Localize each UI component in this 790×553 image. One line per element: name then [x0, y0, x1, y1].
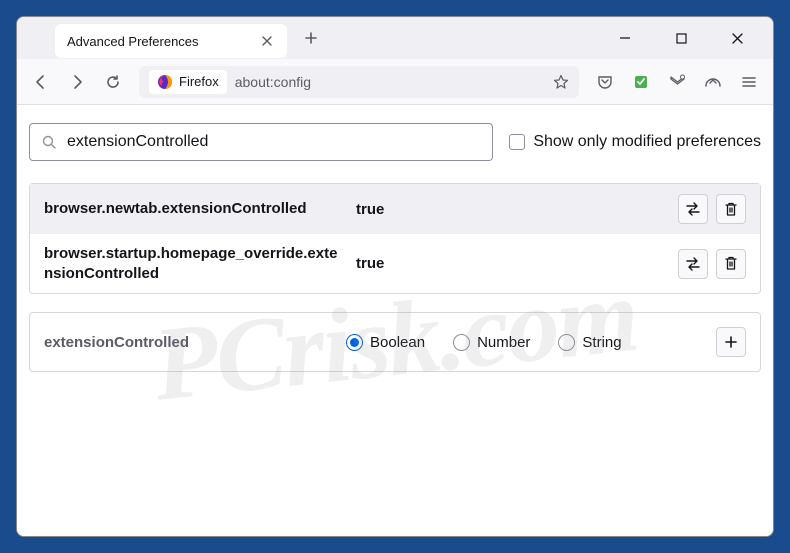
new-tab-button[interactable] — [297, 24, 325, 52]
trash-icon — [724, 256, 738, 271]
new-pref-row: extensionControlled Boolean Number Strin… — [29, 312, 761, 372]
toggle-button[interactable] — [678, 194, 708, 224]
toggle-button[interactable] — [678, 249, 708, 279]
prefs-table: browser.newtab.extensionControlled true … — [29, 183, 761, 294]
page-content: Show only modified preferences browser.n… — [17, 105, 773, 536]
radio-number[interactable]: Number — [453, 334, 530, 351]
radio-label: Boolean — [370, 334, 425, 351]
pref-row: browser.newtab.extensionControlled true — [30, 184, 760, 234]
pref-name: browser.startup.homepage_override.extens… — [44, 244, 344, 283]
overflow-button[interactable] — [697, 66, 729, 98]
bookmark-star-icon[interactable] — [553, 74, 569, 90]
checkbox-label: Show only modified preferences — [533, 133, 761, 151]
browser-tab[interactable]: Advanced Preferences — [55, 24, 287, 58]
search-input[interactable] — [67, 133, 480, 151]
close-window-button[interactable] — [719, 23, 755, 53]
tab-title: Advanced Preferences — [67, 34, 259, 49]
radio-boolean[interactable]: Boolean — [346, 334, 425, 351]
radio-icon — [558, 334, 575, 351]
url-bar[interactable]: Firefox about:config — [139, 66, 579, 98]
pocket-button[interactable] — [589, 66, 621, 98]
trash-icon — [724, 202, 738, 217]
delete-button[interactable] — [716, 249, 746, 279]
identity-box[interactable]: Firefox — [149, 70, 227, 94]
plus-icon — [724, 335, 738, 349]
firefox-logo-icon — [157, 74, 173, 90]
radio-icon — [453, 334, 470, 351]
forward-button[interactable] — [61, 66, 93, 98]
checkbox-icon — [509, 134, 525, 150]
minimize-button[interactable] — [607, 23, 643, 53]
pref-name: browser.newtab.extensionControlled — [44, 199, 344, 219]
delete-button[interactable] — [716, 194, 746, 224]
reload-button[interactable] — [97, 66, 129, 98]
show-modified-checkbox[interactable]: Show only modified preferences — [509, 133, 761, 151]
close-tab-icon[interactable] — [259, 33, 275, 49]
toggle-icon — [685, 257, 701, 271]
toggle-icon — [685, 202, 701, 216]
pref-row: browser.startup.homepage_override.extens… — [30, 234, 760, 293]
pref-value: true — [356, 201, 666, 218]
search-box[interactable] — [29, 123, 493, 161]
radio-string[interactable]: String — [558, 334, 621, 351]
search-icon — [42, 135, 57, 150]
window-controls — [607, 23, 765, 53]
search-row: Show only modified preferences — [29, 123, 761, 161]
add-button[interactable] — [716, 327, 746, 357]
account-button[interactable] — [661, 66, 693, 98]
url-text: about:config — [235, 74, 545, 90]
new-pref-name: extensionControlled — [44, 334, 334, 351]
titlebar: Advanced Preferences — [17, 17, 773, 59]
type-radio-group: Boolean Number String — [346, 334, 704, 351]
extension-button[interactable] — [625, 66, 657, 98]
pref-value: true — [356, 255, 666, 272]
identity-label: Firefox — [179, 74, 219, 89]
radio-label: String — [582, 334, 621, 351]
app-menu-button[interactable] — [733, 66, 765, 98]
maximize-button[interactable] — [663, 23, 699, 53]
browser-window: Advanced Preferences — [16, 16, 774, 537]
back-button[interactable] — [25, 66, 57, 98]
nav-toolbar: Firefox about:config — [17, 59, 773, 105]
radio-label: Number — [477, 334, 530, 351]
radio-icon — [346, 334, 363, 351]
